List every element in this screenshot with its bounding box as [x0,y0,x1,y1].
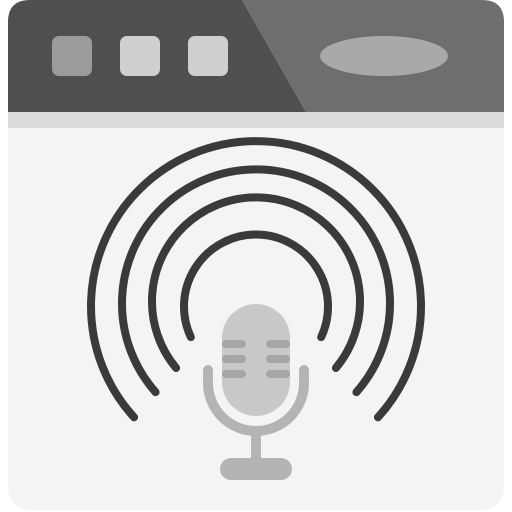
address-bar[interactable] [320,36,448,76]
window-button-1[interactable] [52,36,92,76]
grille-line [266,370,290,378]
window-button-3[interactable] [188,36,228,76]
microphone-base [220,458,292,480]
grille-line [266,355,290,363]
grille-line [266,340,290,348]
window-button-2[interactable] [120,36,160,76]
podcast-browser-window-icon [0,0,512,512]
grille-line [222,370,246,378]
grille-line [222,355,246,363]
podcast-browser-illustration [8,0,504,510]
grille-line [222,340,246,348]
titlebar-divider [8,112,504,128]
